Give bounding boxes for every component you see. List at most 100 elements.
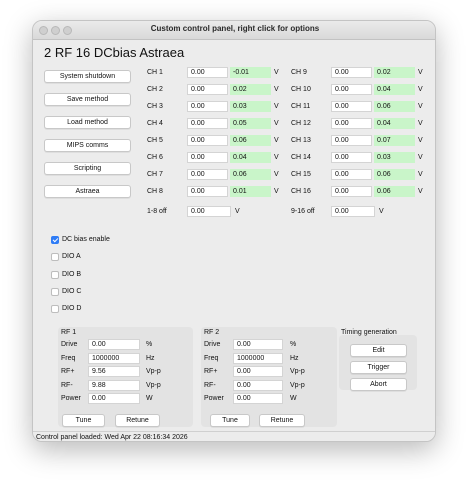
ch12-label: CH 12: [291, 120, 311, 127]
ch2-readback: 0.02: [230, 84, 271, 95]
ch15-setpoint-input[interactable]: 0.00: [331, 169, 372, 180]
ch16-readback: 0.06: [374, 186, 415, 197]
mips-comms-button[interactable]: MIPS comms: [44, 139, 131, 152]
ch10-unit: V: [418, 86, 423, 93]
off-right-unit: V: [379, 208, 384, 215]
timing-trigger-button[interactable]: Trigger: [350, 361, 407, 374]
ch11-label: CH 11: [291, 103, 311, 110]
rf1-rf-unit: Vp-p: [146, 368, 161, 376]
ch6-label: CH 6: [147, 154, 163, 161]
ch14-readback: 0.03: [374, 152, 415, 163]
rf2-power-input[interactable]: 0.00: [233, 393, 283, 405]
ch15-unit: V: [418, 171, 423, 178]
dio-d-label[interactable]: DIO D: [62, 305, 81, 312]
rf1-freq-input[interactable]: 1000000: [88, 352, 140, 364]
ch8-setpoint-input[interactable]: 0.00: [187, 186, 228, 197]
timing-title: Timing generation: [341, 329, 397, 336]
dio-a-label[interactable]: DIO A: [62, 253, 81, 260]
ch1-readback: -0.01: [230, 67, 271, 78]
off-left-input[interactable]: 0.00: [187, 206, 231, 217]
ch13-setpoint-input[interactable]: 0.00: [331, 135, 372, 146]
ch3-unit: V: [274, 103, 279, 110]
ch3-label: CH 3: [147, 103, 163, 110]
status-bar: Control panel loaded: Wed Apr 22 08:16:3…: [33, 431, 435, 441]
rf1-power-label: Power: [61, 395, 81, 403]
checkbox-icon[interactable]: [51, 253, 59, 262]
save-method-button[interactable]: Save method: [44, 93, 131, 106]
ch12-readback: 0.04: [374, 118, 415, 129]
ch3-setpoint-input[interactable]: 0.00: [187, 101, 228, 112]
rf2-drive-label: Drive: [204, 341, 221, 348]
ch16-setpoint-input[interactable]: 0.00: [331, 186, 372, 197]
timing-edit-button[interactable]: Edit: [350, 344, 407, 357]
ch9-setpoint-input[interactable]: 0.00: [331, 67, 372, 78]
rf2-rf-input[interactable]: 0.00: [233, 366, 283, 378]
rf2-power-unit: W: [290, 395, 297, 403]
checkbox-icon[interactable]: [51, 270, 59, 279]
ch2-unit: V: [274, 86, 279, 93]
off-right-input[interactable]: 0.00: [331, 206, 375, 217]
checkbox-icon[interactable]: [51, 287, 59, 296]
ch5-readback: 0.06: [230, 135, 271, 146]
dc-bias-enable-label[interactable]: DC bias enable: [62, 236, 110, 243]
ch4-readback: 0.05: [230, 118, 271, 129]
rf2-tune-button[interactable]: Tune: [210, 414, 250, 427]
rf2-retune-button[interactable]: Retune: [259, 414, 305, 427]
rf1-retune-button[interactable]: Retune: [115, 414, 160, 427]
ch1-unit: V: [274, 69, 279, 76]
rf1-rf-input[interactable]: 9.88: [88, 379, 140, 391]
ch7-setpoint-input[interactable]: 0.00: [187, 169, 228, 180]
ch7-readback: 0.06: [230, 169, 271, 180]
ch9-readback: 0.02: [374, 67, 415, 78]
ch12-setpoint-input[interactable]: 0.00: [331, 118, 372, 129]
panel-heading: 2 RF 16 DCbias Astraea: [44, 45, 185, 60]
ch8-readback: 0.01: [230, 186, 271, 197]
rf2-drive-unit: %: [290, 341, 297, 348]
dio-b-label[interactable]: DIO B: [62, 271, 81, 278]
rf2-drive-input[interactable]: 0.00: [233, 339, 283, 350]
ch5-setpoint-input[interactable]: 0.00: [187, 135, 228, 146]
ch1-setpoint-input[interactable]: 0.00: [187, 67, 228, 78]
ch11-setpoint-input[interactable]: 0.00: [331, 101, 372, 112]
dio-c-label[interactable]: DIO C: [62, 288, 81, 295]
astraea-button[interactable]: Astraea: [44, 185, 131, 198]
ch3-readback: 0.03: [230, 101, 271, 112]
system-shutdown-button[interactable]: System shutdown: [44, 70, 131, 83]
ch2-setpoint-input[interactable]: 0.00: [187, 84, 228, 95]
ch16-label: CH 16: [291, 188, 311, 195]
checkbox-checked-icon[interactable]: [51, 236, 59, 244]
ch16-unit: V: [418, 188, 423, 195]
ch9-unit: V: [418, 69, 423, 76]
load-method-button[interactable]: Load method: [44, 116, 131, 129]
rf1-rf-input[interactable]: 9.56: [88, 366, 140, 378]
rf1-freq-unit: Hz: [146, 354, 155, 362]
ch14-setpoint-input[interactable]: 0.00: [331, 152, 372, 163]
rf1-power-input[interactable]: 0.00: [88, 393, 140, 405]
ch6-setpoint-input[interactable]: 0.00: [187, 152, 228, 163]
rf2-rf-input[interactable]: 0.00: [233, 379, 283, 391]
ch4-label: CH 4: [147, 120, 163, 127]
ch7-unit: V: [274, 171, 279, 178]
rf2-rf-unit: Vp-p: [290, 368, 305, 376]
off-right-label: 9-16 off: [291, 208, 315, 215]
ch10-setpoint-input[interactable]: 0.00: [331, 84, 372, 95]
timing-abort-button[interactable]: Abort: [350, 378, 407, 391]
ch6-unit: V: [274, 154, 279, 161]
rf1-title: RF 1: [61, 329, 77, 336]
title-bar[interactable]: Custom control panel, right click for op…: [33, 21, 435, 40]
rf2-rf-label: RF-: [204, 381, 216, 389]
rf1-tune-button[interactable]: Tune: [62, 414, 105, 427]
ch14-unit: V: [418, 154, 423, 161]
ch4-setpoint-input[interactable]: 0.00: [187, 118, 228, 129]
ch5-unit: V: [274, 137, 279, 144]
scripting-button[interactable]: Scripting: [44, 162, 131, 175]
rf1-rf-label: RF-: [61, 381, 73, 389]
ch10-label: CH 10: [291, 86, 311, 93]
control-panel-window: Custom control panel, right click for op…: [32, 20, 436, 442]
rf2-title: RF 2: [204, 329, 220, 336]
checkbox-icon[interactable]: [51, 305, 59, 314]
rf1-drive-input[interactable]: 0.00: [88, 339, 140, 350]
ch13-label: CH 13: [291, 137, 311, 144]
rf2-freq-input[interactable]: 1000000: [233, 352, 283, 364]
ch7-label: CH 7: [147, 171, 163, 178]
